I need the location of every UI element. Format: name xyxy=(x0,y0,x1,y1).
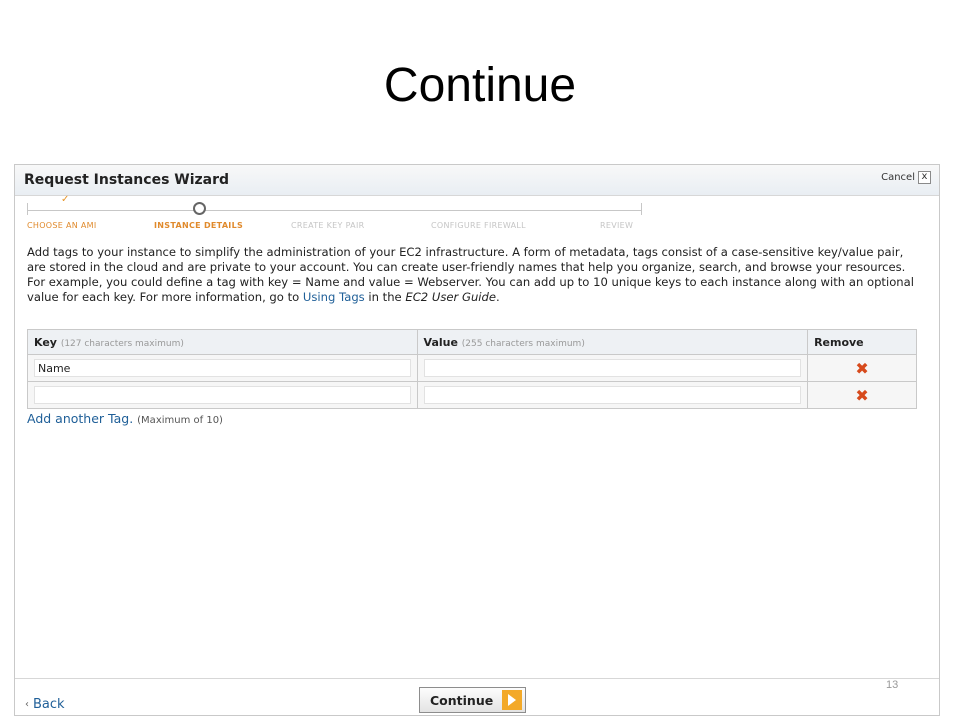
key-header-hint: (127 characters maximum) xyxy=(60,338,184,349)
table-row: ✖ xyxy=(27,354,917,382)
remove-icon[interactable]: ✖ xyxy=(855,386,868,405)
key-column-header: Key (127 characters maximum) xyxy=(27,329,418,355)
progress-line xyxy=(27,210,642,211)
add-another-tag-link[interactable]: Add another Tag. xyxy=(27,411,133,426)
back-label: Back xyxy=(33,697,65,712)
value-header-hint: (255 characters maximum) xyxy=(461,338,585,349)
tag-table-header: Key (127 characters maximum) Value (255 … xyxy=(27,329,917,355)
wizard-title: Request Instances Wizard xyxy=(24,172,230,188)
remove-cell: ✖ xyxy=(807,354,917,382)
value-cell xyxy=(416,381,809,409)
tags-description: Add tags to your instance to simplify th… xyxy=(27,245,923,305)
request-instances-wizard: Request Instances Wizard Cancel x ✓ CHOO… xyxy=(14,164,940,716)
remove-icon[interactable]: ✖ xyxy=(855,359,868,378)
description-text-mid: in the xyxy=(364,290,406,304)
step-create-key-pair: CREATE KEY PAIR xyxy=(291,221,365,230)
continue-button[interactable]: Continue xyxy=(419,687,526,713)
cancel-label: Cancel xyxy=(881,172,915,183)
tag-key-input[interactable] xyxy=(34,386,411,404)
add-tag-hint: (Maximum of 10) xyxy=(137,415,223,426)
close-icon[interactable]: x xyxy=(918,171,931,184)
current-step-indicator xyxy=(193,202,206,215)
arrow-right-icon xyxy=(502,690,522,710)
using-tags-link[interactable]: Using Tags xyxy=(303,290,365,304)
remove-column-header: Remove xyxy=(807,329,917,355)
tag-value-input[interactable] xyxy=(423,359,802,377)
tag-value-input[interactable] xyxy=(423,386,802,404)
table-row: ✖ xyxy=(27,381,917,409)
continue-label: Continue xyxy=(430,692,494,708)
progress-end-tick xyxy=(641,203,642,215)
key-cell xyxy=(27,354,418,382)
remove-cell: ✖ xyxy=(807,381,917,409)
value-column-header: Value (255 characters maximum) xyxy=(416,329,809,355)
add-tag-row: Add another Tag. (Maximum of 10) xyxy=(27,411,223,426)
step-choose-ami: CHOOSE AN AMI xyxy=(27,221,97,230)
check-icon: ✓ xyxy=(61,194,70,205)
wizard-header: Request Instances Wizard Cancel x xyxy=(15,165,939,196)
chevron-left-icon: ‹ xyxy=(25,699,29,710)
value-header-label: Value xyxy=(423,335,458,349)
value-cell xyxy=(416,354,809,382)
tag-key-input[interactable] xyxy=(34,359,411,377)
slide-title: Continue xyxy=(383,59,577,112)
step-instance-details: INSTANCE DETAILS xyxy=(154,221,244,230)
description-text-end: . xyxy=(496,290,500,304)
back-button[interactable]: ‹ Back xyxy=(25,697,65,712)
key-cell xyxy=(27,381,418,409)
step-configure-firewall: CONFIGURE FIREWALL xyxy=(431,221,526,230)
key-header-label: Key xyxy=(34,335,57,349)
page-number: 13 xyxy=(886,679,899,691)
cancel-button[interactable]: Cancel x xyxy=(881,171,931,184)
footer-divider xyxy=(15,678,939,679)
progress-start-tick xyxy=(27,203,28,215)
guide-name: EC2 User Guide xyxy=(405,290,497,304)
step-review: REVIEW xyxy=(600,221,634,230)
tag-table: Key (127 characters maximum) Value (255 … xyxy=(27,329,917,409)
